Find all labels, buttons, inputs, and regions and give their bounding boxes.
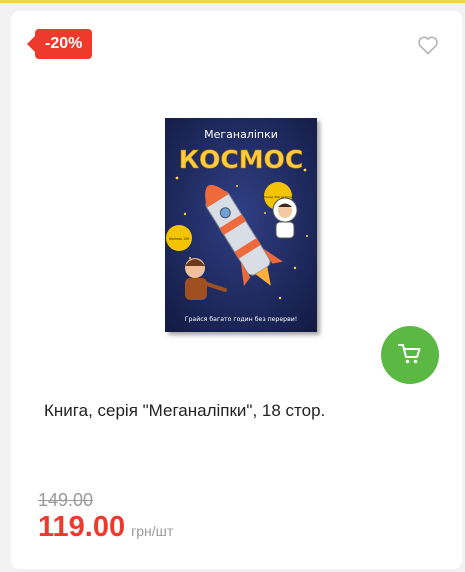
price-unit: грн/шт	[131, 523, 174, 539]
cover-series-text: Меганаліпки	[204, 128, 278, 141]
cover-pages-badge: Наліпок 159	[166, 225, 192, 251]
cover-pages-badge-text: Наліпок 159	[169, 237, 189, 241]
astronaut-illustration	[272, 197, 298, 239]
heart-icon[interactable]	[417, 35, 439, 55]
product-image[interactable]: Меганаліпки КОСМОС Понад 300 наліпок Нал…	[165, 118, 317, 332]
product-title-link[interactable]: Книга, серія "Меганаліпки", 18 стор.	[44, 401, 424, 421]
price-row: 119.00 грн/шт	[38, 511, 173, 544]
old-price: 149.00	[38, 490, 94, 510]
cart-icon	[398, 343, 422, 368]
discount-badge: -20%	[26, 29, 93, 59]
add-to-cart-button[interactable]	[381, 326, 439, 384]
current-price: 119.00	[38, 511, 126, 543]
cover-title-text: КОСМОС	[179, 145, 304, 174]
cover-bottom-text: Грайся багато годин без перерви!	[185, 315, 298, 323]
top-accent-line	[0, 0, 465, 3]
